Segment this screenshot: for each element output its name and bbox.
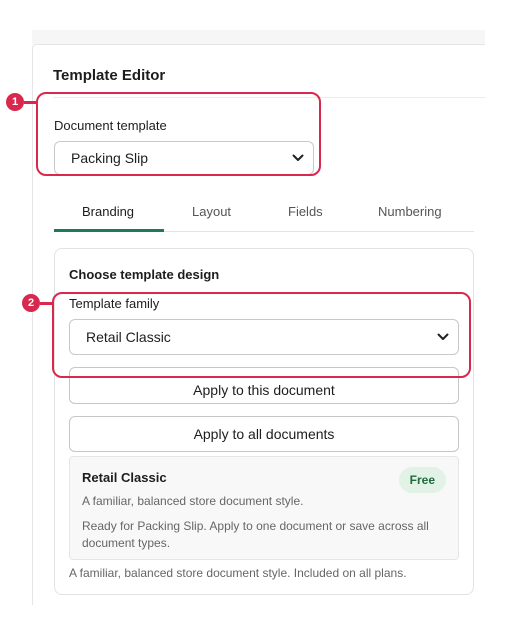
- apply-to-all-documents-button[interactable]: Apply to all documents: [69, 416, 459, 452]
- title-divider: [53, 97, 486, 98]
- tab-numbering[interactable]: Numbering: [378, 204, 442, 219]
- callout-line-2: [40, 302, 52, 305]
- info-description: A familiar, balanced store document styl…: [82, 494, 304, 508]
- document-template-select[interactable]: Packing Slip: [54, 141, 314, 175]
- tab-layout[interactable]: Layout: [192, 204, 231, 219]
- apply-to-this-document-button[interactable]: Apply to this document: [69, 367, 459, 404]
- info-title: Retail Classic: [82, 470, 167, 485]
- design-heading: Choose template design: [69, 267, 220, 282]
- template-family-select[interactable]: Retail Classic: [69, 319, 459, 355]
- template-family-label: Template family: [69, 296, 160, 311]
- active-tab-indicator: [54, 229, 164, 232]
- callout-marker-1: 1: [6, 93, 24, 111]
- design-footer-text: A familiar, balanced store document styl…: [69, 566, 407, 580]
- document-template-label: Document template: [54, 118, 167, 133]
- document-template-value: Packing Slip: [71, 150, 149, 166]
- chevron-down-icon: [437, 333, 449, 340]
- tab-fields[interactable]: Fields: [288, 204, 323, 219]
- top-strip: [32, 30, 485, 44]
- template-editor-panel: Template Editor Document template Packin…: [32, 44, 486, 605]
- template-design-card: Choose template design Template family R…: [54, 248, 474, 595]
- plan-badge: Free: [398, 467, 446, 493]
- panel-title: Template Editor: [53, 67, 166, 84]
- editor-tabs: Branding Layout Fields Numbering: [54, 194, 474, 232]
- template-family-value: Retail Classic: [86, 329, 171, 345]
- callout-marker-2: 2: [22, 294, 40, 312]
- tab-branding[interactable]: Branding: [82, 204, 134, 219]
- info-note: Ready for Packing Slip. Apply to one doc…: [82, 519, 429, 550]
- chevron-down-icon: [292, 154, 304, 161]
- template-info-box: Retail Classic Free A familiar, balanced…: [69, 456, 459, 560]
- callout-line-1: [24, 101, 36, 104]
